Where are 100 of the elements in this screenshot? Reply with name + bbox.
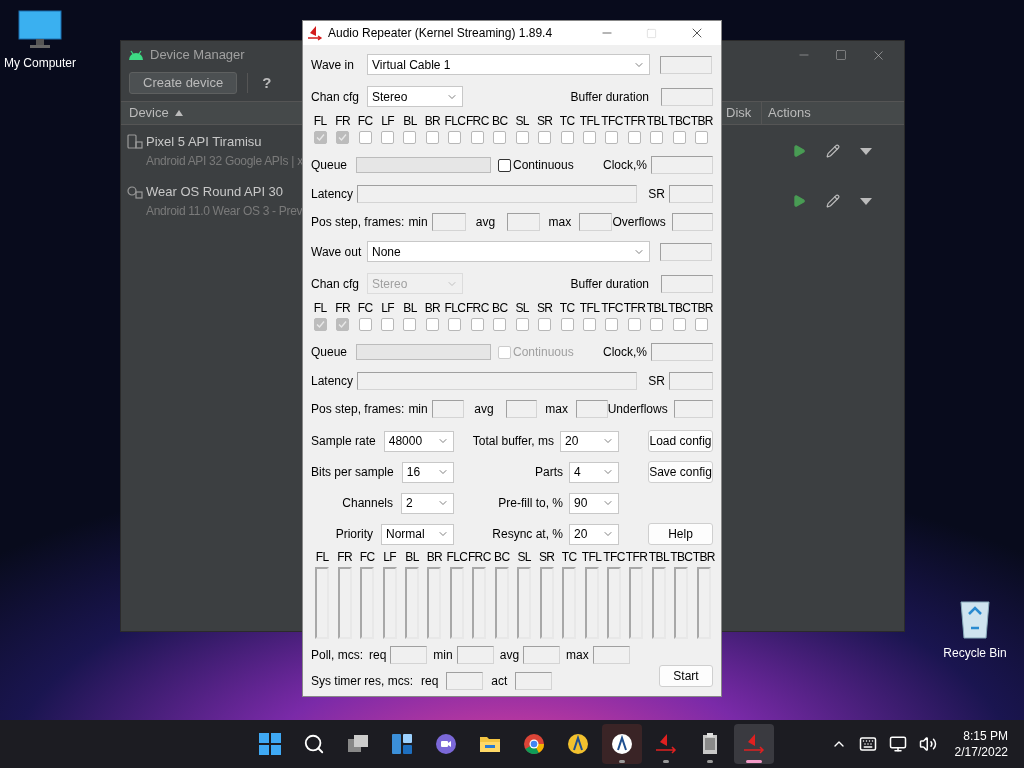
level-meter	[405, 567, 419, 639]
level-meter	[629, 567, 644, 639]
checkbox[interactable]	[695, 131, 709, 144]
checkbox[interactable]	[515, 318, 529, 331]
label: Total buffer, ms	[472, 433, 554, 450]
checkbox[interactable]	[448, 318, 462, 331]
checkbox[interactable]	[605, 318, 619, 331]
label: Pre-fill to, %	[498, 495, 563, 512]
label: TBR	[690, 115, 713, 127]
label: TFL	[579, 115, 600, 127]
checkbox[interactable]	[425, 131, 439, 144]
checkbox[interactable]	[470, 131, 484, 144]
checkbox[interactable]	[605, 131, 619, 144]
checkbox[interactable]	[650, 131, 664, 144]
checkbox[interactable]	[560, 131, 574, 144]
keyboard-icon[interactable]	[858, 735, 877, 753]
clock[interactable]: 8:15 PM 2/17/2022	[954, 728, 1008, 760]
caret-down-icon[interactable]	[860, 197, 872, 205]
label: TBC	[668, 302, 691, 314]
dropdown[interactable]: 4	[569, 461, 619, 483]
device-details: Android 11.0 Wear OS 3 - Prev	[146, 202, 303, 220]
start-button[interactable]: Start	[659, 665, 713, 687]
checkbox[interactable]	[448, 131, 462, 144]
label: FRC	[467, 551, 491, 563]
dropdown[interactable]: Stereo	[367, 86, 463, 107]
label: BC	[492, 302, 508, 314]
checkbox[interactable]	[538, 131, 552, 144]
action-button[interactable]: Load config	[648, 430, 713, 452]
level-meter	[337, 567, 352, 639]
monitor-icon[interactable]	[18, 10, 62, 50]
dropdown[interactable]: Virtual Cable 1	[367, 54, 650, 75]
checkbox[interactable]	[515, 131, 529, 144]
help-button[interactable]: ?	[258, 71, 276, 95]
label: BC	[494, 551, 510, 563]
label: TFC	[601, 115, 623, 127]
checkbox[interactable]	[358, 318, 372, 331]
create-device-button[interactable]: Create device	[129, 72, 238, 94]
pencil-icon[interactable]	[826, 194, 840, 208]
network-icon[interactable]	[888, 735, 907, 753]
dropdown[interactable]: 48000	[383, 430, 454, 452]
checkbox[interactable]	[381, 318, 395, 331]
checkbox[interactable]	[672, 318, 686, 331]
maximize-icon[interactable]	[835, 49, 847, 61]
checkbox[interactable]	[650, 318, 664, 331]
dropdown[interactable]: None	[367, 241, 650, 262]
label: TFR	[623, 115, 646, 127]
continuous-checkbox[interactable]: Continuous	[498, 156, 574, 174]
checkbox[interactable]	[627, 318, 641, 331]
level-meter	[517, 567, 532, 639]
maximize-icon[interactable]	[646, 27, 657, 39]
readout-field	[579, 213, 613, 231]
video-chat-icon	[434, 732, 458, 756]
checkbox[interactable]	[695, 318, 709, 331]
checkbox[interactable]	[583, 131, 597, 144]
label: Poll, mcs:	[311, 647, 363, 664]
checkbox[interactable]	[627, 131, 641, 144]
desktop-icon-label: My Computer	[4, 55, 76, 72]
caret-down-icon[interactable]	[860, 147, 872, 155]
dropdown[interactable]: 16	[401, 461, 454, 483]
checkbox[interactable]	[560, 318, 574, 331]
dropdown[interactable]: 90	[569, 492, 619, 514]
checkbox[interactable]	[403, 318, 417, 331]
readout-field	[651, 156, 713, 174]
checkbox[interactable]	[425, 318, 439, 331]
checkbox[interactable]	[493, 318, 507, 331]
action-button[interactable]: Help	[648, 523, 713, 545]
checkbox[interactable]	[672, 131, 686, 144]
dropdown[interactable]: 20	[569, 523, 619, 545]
label: TBR	[692, 551, 715, 563]
checkbox[interactable]	[538, 318, 552, 331]
play-icon[interactable]	[792, 194, 806, 208]
action-button[interactable]: Save config	[648, 461, 713, 483]
label: FC	[357, 302, 373, 314]
sort-ascending-icon[interactable]	[174, 110, 183, 116]
taskbar-button[interactable]	[602, 724, 642, 764]
volume-icon[interactable]	[918, 735, 937, 753]
label: FC	[359, 551, 375, 563]
checkbox[interactable]	[358, 131, 372, 144]
checkbox[interactable]	[493, 131, 507, 144]
pencil-icon[interactable]	[826, 144, 840, 158]
checkbox[interactable]	[403, 131, 417, 144]
checkbox[interactable]	[583, 318, 597, 331]
recycle-bin-icon[interactable]	[957, 598, 993, 640]
label: Latency	[311, 186, 355, 203]
label: TFC	[603, 551, 625, 563]
label: FLC	[444, 115, 466, 127]
device-name: Wear OS Round API 30	[146, 183, 285, 202]
checkbox[interactable]	[381, 131, 395, 144]
label: FL	[313, 115, 327, 127]
dropdown[interactable]: 2	[401, 492, 454, 514]
label: Parts	[535, 464, 563, 481]
play-icon[interactable]	[792, 144, 806, 158]
label: FC	[357, 115, 373, 127]
label: TC	[561, 551, 577, 563]
phone-tablet-icon	[127, 134, 143, 151]
label: min	[408, 401, 428, 418]
checkbox[interactable]	[470, 318, 484, 331]
dropdown[interactable]: Normal	[381, 523, 454, 545]
speaker-arrow-icon	[307, 25, 323, 41]
dropdown[interactable]: 20	[560, 430, 619, 452]
